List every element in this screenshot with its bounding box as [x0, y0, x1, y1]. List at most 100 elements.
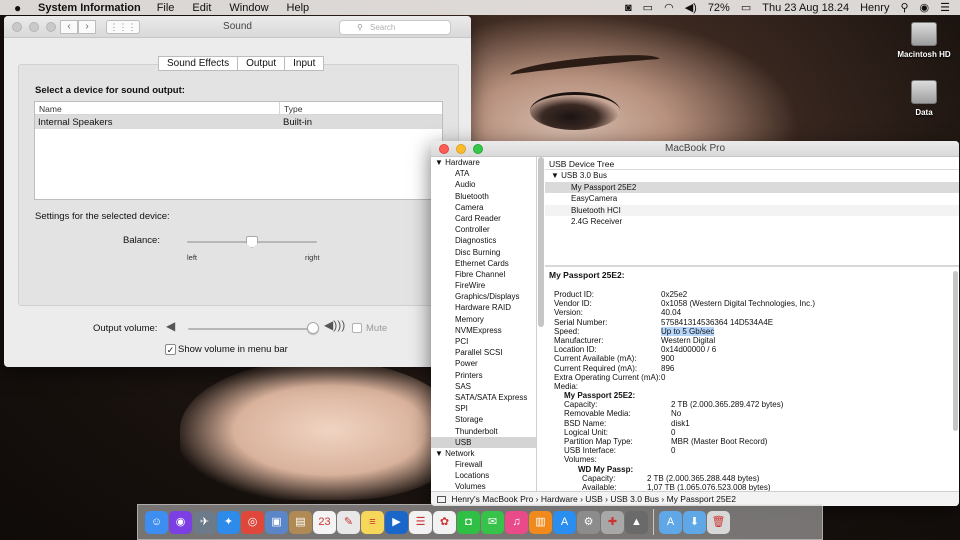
- path-item[interactable]: USB: [585, 494, 602, 504]
- messages-icon[interactable]: ✉: [481, 510, 504, 534]
- mute-checkbox[interactable]: [352, 323, 362, 333]
- path-item[interactable]: My Passport 25E2: [667, 494, 736, 504]
- app-store-icon[interactable]: A: [553, 510, 576, 534]
- spotlight-icon[interactable]: ⚲: [900, 1, 908, 14]
- balance-slider-knob[interactable]: [246, 236, 258, 248]
- launchpad-icon[interactable]: ✈: [193, 510, 216, 534]
- contacts-icon[interactable]: ▤: [289, 510, 312, 534]
- output-volume-knob[interactable]: [306, 322, 319, 334]
- disk-utility-icon[interactable]: ✚: [601, 510, 624, 534]
- sidebar-item[interactable]: Ethernet Cards: [431, 258, 536, 269]
- path-item[interactable]: Henry's MacBook Pro: [451, 494, 533, 504]
- sidebar-item[interactable]: Disc Burning: [431, 247, 536, 258]
- chrome-icon[interactable]: ◎: [241, 510, 264, 534]
- show-volume-checkbox[interactable]: ✓: [165, 344, 176, 355]
- sidebar-item[interactable]: SAS: [431, 381, 536, 392]
- column-type[interactable]: Type: [280, 102, 306, 114]
- tab-output[interactable]: Output: [238, 56, 286, 71]
- sidebar-item[interactable]: Controller: [431, 224, 536, 235]
- sidebar-item[interactable]: Storage: [431, 414, 536, 425]
- airplay-icon[interactable]: ▭: [643, 1, 653, 14]
- sidebar-item[interactable]: Printers: [431, 370, 536, 381]
- sidebar-item[interactable]: Bluetooth: [431, 191, 536, 202]
- sidebar-item[interactable]: Diagnostics: [431, 235, 536, 246]
- ibooks-icon[interactable]: ▥: [529, 510, 552, 534]
- sidebar-item[interactable]: Hardware RAID: [431, 302, 536, 313]
- clock[interactable]: Thu 23 Aug 18.24: [762, 2, 849, 14]
- tab-sound-effects[interactable]: Sound Effects: [158, 56, 239, 71]
- tree-row[interactable]: EasyCamera: [545, 193, 959, 205]
- tree-row[interactable]: My Passport 25E2: [545, 181, 959, 193]
- path-item[interactable]: Hardware: [541, 494, 578, 504]
- facetime-icon[interactable]: ◘: [457, 510, 480, 534]
- sidebar-section[interactable]: ▼ Network: [431, 448, 536, 459]
- sidebar-item[interactable]: NVMExpress: [431, 325, 536, 336]
- calendar-icon[interactable]: 23: [313, 510, 336, 534]
- sidebar-item[interactable]: Camera: [431, 202, 536, 213]
- sidebar-item[interactable]: Thunderbolt: [431, 426, 536, 437]
- downloads-folder-icon[interactable]: ⬇: [683, 510, 706, 534]
- sidebar-section[interactable]: ▼ Hardware: [431, 157, 536, 168]
- photo-preview-icon[interactable]: ▣: [265, 510, 288, 534]
- app-status-icon[interactable]: ◙: [625, 2, 632, 14]
- desktop-icon-data[interactable]: Data: [884, 80, 960, 117]
- itunes-icon[interactable]: ♫: [505, 510, 528, 534]
- sidebar-item[interactable]: PCI: [431, 336, 536, 347]
- battery-icon[interactable]: ▭: [741, 1, 751, 14]
- table-row[interactable]: Internal Speakers Built-in: [35, 115, 442, 129]
- sidebar-item[interactable]: Memory: [431, 314, 536, 325]
- path-item[interactable]: USB 3.0 Bus: [610, 494, 659, 504]
- siri-menu-icon[interactable]: ◉: [920, 1, 930, 14]
- battery-percent[interactable]: 72%: [708, 2, 730, 14]
- menu-help[interactable]: Help: [287, 2, 310, 14]
- sidebar-item[interactable]: Graphics/Displays: [431, 291, 536, 302]
- sidebar-item[interactable]: Firewall: [431, 459, 536, 470]
- sidebar-item[interactable]: SPI: [431, 403, 536, 414]
- menu-edit[interactable]: Edit: [192, 2, 211, 14]
- siri-icon[interactable]: ◉: [169, 510, 192, 534]
- sidebar-scrollbar[interactable]: [538, 157, 544, 327]
- finder-icon[interactable]: ☺: [145, 510, 168, 534]
- output-volume-slider[interactable]: [188, 328, 318, 330]
- search-field[interactable]: ⚲ Search: [339, 20, 451, 35]
- wifi-icon[interactable]: ◠: [664, 1, 674, 14]
- app-menu[interactable]: System Information: [38, 2, 141, 14]
- apple-menu-icon[interactable]: ●: [14, 1, 28, 15]
- sidebar-item[interactable]: Fibre Channel: [431, 269, 536, 280]
- tree-row[interactable]: ▼ USB 3.0 Bus: [545, 170, 959, 182]
- notification-center-icon[interactable]: ☰: [940, 1, 950, 14]
- notes-icon[interactable]: ≡: [361, 510, 384, 534]
- detail-row: Current Required (mA): 896: [545, 364, 951, 373]
- desktop-icon-macintosh-hd[interactable]: Macintosh HD: [884, 22, 960, 59]
- menu-file[interactable]: File: [157, 2, 175, 14]
- sound-tabs: Sound Effects Output Input: [158, 56, 325, 71]
- photos-icon[interactable]: ✿: [433, 510, 456, 534]
- system-preferences-icon[interactable]: ⚙: [577, 510, 600, 534]
- system-information-icon[interactable]: ▲: [625, 510, 648, 534]
- keynote-icon[interactable]: ▶: [385, 510, 408, 534]
- volume-icon[interactable]: ◀): [685, 1, 697, 14]
- reminders-icon[interactable]: ☰: [409, 510, 432, 534]
- menu-window[interactable]: Window: [229, 2, 268, 14]
- details-scrollbar[interactable]: [953, 271, 958, 431]
- tree-row[interactable]: 2.4G Receiver: [545, 216, 959, 228]
- tree-row[interactable]: Bluetooth HCI: [545, 204, 959, 216]
- applications-folder-icon[interactable]: A: [659, 510, 682, 534]
- sidebar-item[interactable]: Locations: [431, 470, 536, 481]
- sidebar-item[interactable]: Audio: [431, 179, 536, 190]
- tab-input[interactable]: Input: [285, 56, 325, 71]
- sidebar-item[interactable]: Volumes: [431, 481, 536, 491]
- sidebar-item[interactable]: FireWire: [431, 280, 536, 291]
- safari-icon[interactable]: ✦: [217, 510, 240, 534]
- mute-label: Mute: [366, 323, 388, 334]
- textedit-icon[interactable]: ✎: [337, 510, 360, 534]
- column-name[interactable]: Name: [35, 102, 280, 114]
- sidebar-item[interactable]: Power: [431, 358, 536, 369]
- sidebar-item[interactable]: Parallel SCSI: [431, 347, 536, 358]
- sidebar-item[interactable]: Card Reader: [431, 213, 536, 224]
- user-menu[interactable]: Henry: [860, 2, 889, 14]
- trash-icon[interactable]: 🗑: [707, 510, 730, 534]
- sidebar-item[interactable]: SATA/SATA Express: [431, 392, 536, 403]
- sidebar-item[interactable]: USB: [431, 436, 536, 448]
- sidebar-item[interactable]: ATA: [431, 168, 536, 179]
